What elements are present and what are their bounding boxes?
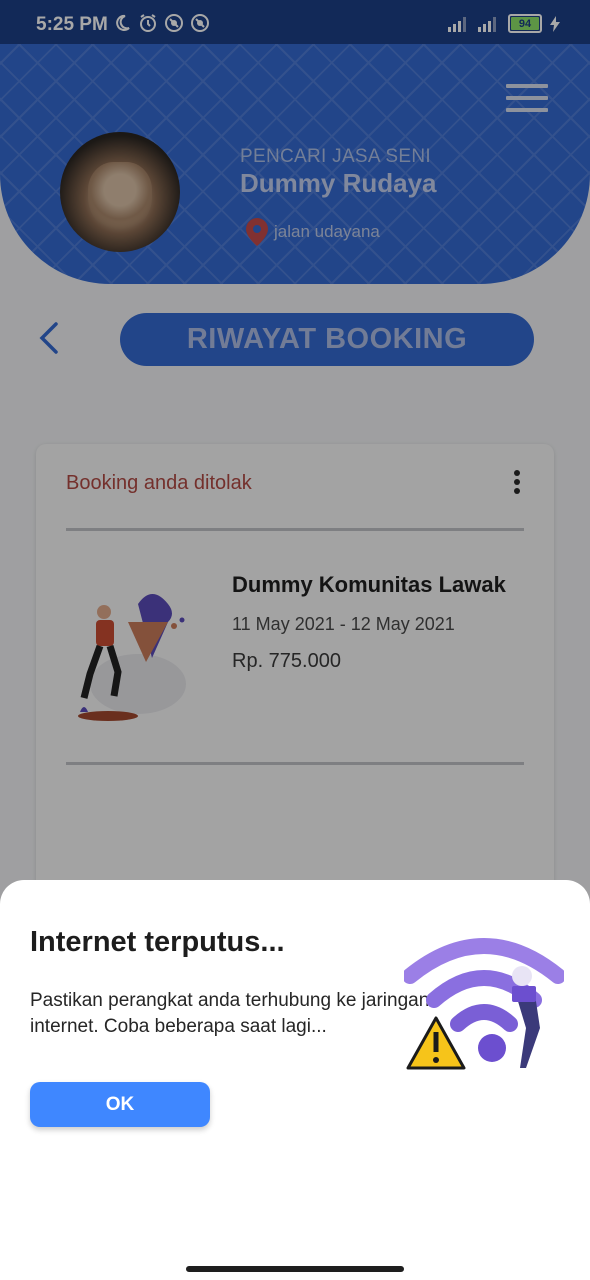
connection-error-sheet: Internet terputus... Pastikan perangkat …	[0, 880, 590, 1280]
dialog-title: Internet terputus...	[30, 926, 285, 958]
wifi-warning-icon	[404, 938, 564, 1070]
app-screen: 5:25 PM 94 PENCARI JASA SENI Dummy Ruday…	[0, 0, 590, 1280]
dialog-message: Pastikan perangkat anda terhubung ke jar…	[30, 990, 430, 1037]
ok-button[interactable]: OK	[30, 1082, 210, 1127]
home-indicator[interactable]	[186, 1266, 404, 1272]
